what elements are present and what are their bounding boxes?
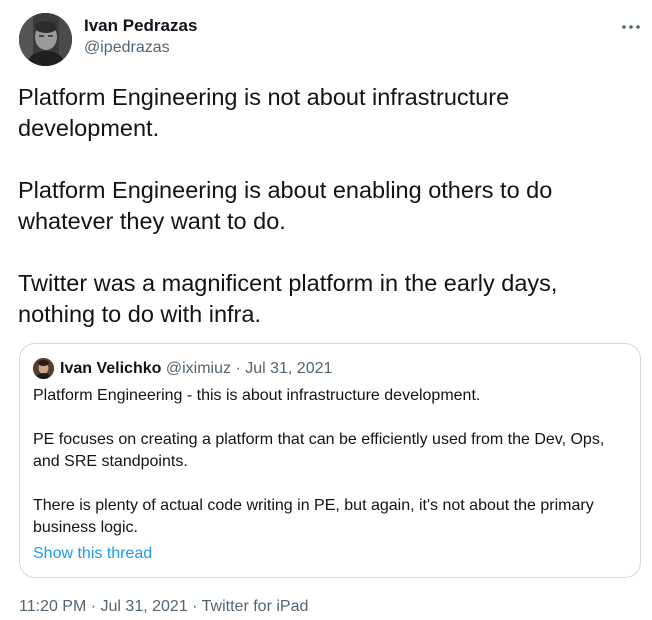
- quoted-paragraph: There is plenty of actual code writing i…: [33, 497, 594, 536]
- quoted-author-handle[interactable]: @iximiuz: [166, 360, 231, 377]
- quoted-author-avatar[interactable]: [33, 358, 54, 379]
- quoted-tweet[interactable]: Ivan Velichko @iximiuz · Jul 31, 2021 Pl…: [19, 343, 641, 578]
- quoted-author-photo-icon: [33, 358, 54, 379]
- tweet-source[interactable]: Twitter for iPad: [202, 598, 309, 615]
- quoted-paragraph: PE focuses on creating a platform that c…: [33, 431, 605, 470]
- show-thread-link[interactable]: Show this thread: [33, 543, 152, 565]
- quoted-separator: ·: [235, 360, 241, 377]
- author-handle[interactable]: @ipedrazas: [84, 39, 170, 57]
- quoted-date[interactable]: Jul 31, 2021: [245, 360, 332, 377]
- tweet-time[interactable]: 11:20 PM: [19, 598, 86, 615]
- metadata-separator: ·: [192, 598, 198, 615]
- tweet-date[interactable]: Jul 31, 2021: [101, 598, 188, 615]
- quoted-paragraph: Platform Engineering - this is about inf…: [33, 387, 481, 404]
- quoted-author-name[interactable]: Ivan Velichko: [60, 360, 161, 377]
- quoted-tweet-text: Platform Engineering - this is about inf…: [33, 385, 629, 539]
- tweet: Ivan Pedrazas @ipedrazas Platform Engine…: [0, 0, 652, 620]
- author-photo-icon: [19, 13, 72, 66]
- tweet-paragraph: Platform Engineering is not about infras…: [18, 84, 510, 141]
- author-name[interactable]: Ivan Pedrazas: [84, 16, 197, 36]
- tweet-text: Platform Engineering is not about infras…: [18, 82, 638, 330]
- tweet-metadata: 11:20 PM · Jul 31, 2021 · Twitter for iP…: [19, 596, 308, 618]
- metadata-separator: ·: [90, 598, 97, 615]
- author-avatar[interactable]: [19, 13, 72, 66]
- tweet-paragraph: Twitter was a magnificent platform in th…: [18, 270, 558, 327]
- tweet-paragraph: Platform Engineering is about enabling o…: [18, 177, 553, 234]
- ellipsis-icon: [622, 25, 640, 29]
- quoted-tweet-header: Ivan Velichko @iximiuz · Jul 31, 2021: [60, 358, 332, 379]
- more-options-button[interactable]: [614, 14, 648, 40]
